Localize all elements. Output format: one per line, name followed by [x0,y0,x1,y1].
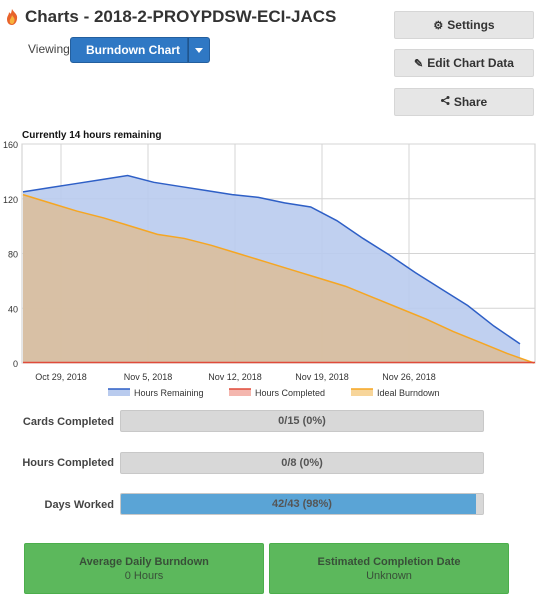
viewing-label: Viewing [28,42,70,56]
card-title: Average Daily Burndown [79,555,209,568]
cards-completed-progress: 0/15 (0%) [120,410,484,432]
average-daily-burndown-card: Average Daily Burndown 0 Hours [24,543,264,594]
view-dropdown-toggle[interactable] [188,37,210,63]
legend-swatch [229,389,251,396]
y-tick-label: 80 [8,250,18,260]
share-button[interactable]: Share [394,88,534,116]
x-tick-label: Nov 19, 2018 [295,372,349,382]
chevron-down-icon [195,47,203,53]
x-tick-label: Oct 29, 2018 [35,372,87,382]
stat-label-cards-completed: Cards Completed [22,416,114,428]
y-tick-label: 0 [13,359,18,369]
settings-label: Settings [447,18,495,32]
burndown-chart-button[interactable]: Burndown Chart [70,37,188,63]
edit-chart-data-label: Edit Chart Data [427,56,514,70]
card-value: 0 Hours [124,569,164,582]
legend-swatch [108,389,130,396]
stat-label-days-worked: Days Worked [44,499,115,511]
progress-text: 0/15 (0%) [278,415,326,427]
legend-label: Hours Remaining [134,388,204,398]
share-label: Share [453,95,488,109]
hours-completed-progress: 0/8 (0%) [120,452,484,474]
legend-label: Ideal Burndown [377,388,440,398]
legend-swatch [351,389,373,396]
progress-text: 42/43 (98%) [272,498,332,510]
y-tick-label: 120 [3,195,18,205]
y-tick-label: 40 [8,304,18,314]
days-worked-progress: 42/43 (98%) [120,493,484,515]
settings-button[interactable]: ⚙ Settings [394,11,534,39]
view-selected-label: Burndown Chart [86,43,180,57]
x-tick-label: Nov 12, 2018 [208,372,262,382]
page-title: Charts - 2018-2-PROYPDSW-ECI-JACS [25,7,337,26]
estimated-completion-date-card: Estimated Completion Date Unknown [269,543,509,594]
x-tick-label: Nov 5, 2018 [124,372,173,382]
chart-view-selector: Burndown Chart [70,37,210,63]
card-value: Unknown [366,569,412,582]
burndown-chart: 0 40 80 120 160 Oct 29, 2018 Nov 5, 2018 Nov 12… [3,140,536,398]
app-logo-icon [7,9,18,25]
edit-chart-data-button[interactable]: ✎ Edit Chart Data [394,49,534,77]
card-title: Estimated Completion Date [317,555,461,568]
legend-label: Hours Completed [255,388,325,398]
stat-label-hours-completed: Hours Completed [22,457,114,469]
share-icon [440,96,450,108]
pencil-icon: ✎ [414,57,424,70]
y-tick-label: 160 [3,140,18,150]
x-tick-label: Nov 26, 2018 [382,372,436,382]
progress-text: 0/8 (0%) [281,457,323,469]
gear-icon: ⚙ [433,19,444,32]
